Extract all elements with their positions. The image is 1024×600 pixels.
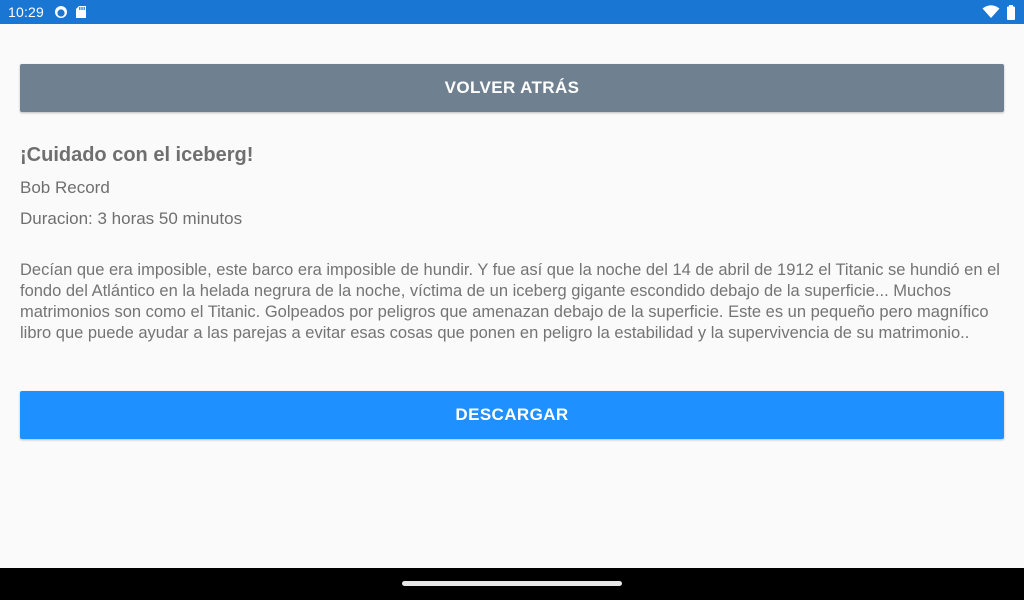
- wifi-icon: [982, 5, 1000, 19]
- download-button[interactable]: DESCARGAR: [20, 391, 1004, 439]
- sd-card-icon: [76, 6, 87, 18]
- book-detail: VOLVER ATRÁS ¡Cuidado con el iceberg! Bo…: [20, 64, 1004, 439]
- book-author: Bob Record: [20, 178, 110, 197]
- navigation-bar: [0, 568, 1024, 600]
- status-time: 10:29: [8, 4, 45, 20]
- status-right-icons: [982, 0, 1016, 24]
- status-bar: 10:29: [0, 0, 1024, 24]
- home-gesture-handle[interactable]: [402, 581, 622, 586]
- book-description: Decían que era imposible, este barco era…: [20, 261, 1000, 342]
- sync-icon: [54, 5, 68, 19]
- battery-icon: [1006, 4, 1016, 20]
- book-duration: Duracion: 3 horas 50 minutos: [20, 209, 243, 228]
- book-title: ¡Cuidado con el iceberg!: [20, 144, 254, 166]
- back-button[interactable]: VOLVER ATRÁS: [20, 64, 1004, 112]
